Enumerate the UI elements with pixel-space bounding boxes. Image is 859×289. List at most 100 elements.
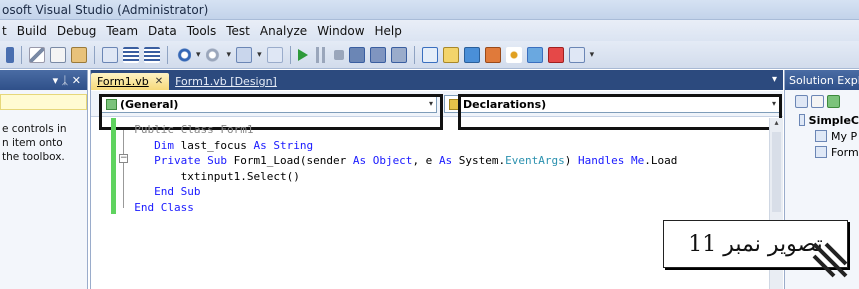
code-line: txtinput1.Select() — [121, 169, 677, 185]
code-text: last_focus — [174, 138, 254, 152]
undo-dropdown-icon[interactable]: ▾ — [196, 50, 201, 60]
code-text: Public Class Form1 — [134, 123, 254, 136]
paste-icon[interactable] — [71, 46, 87, 63]
scrollbar-thumb[interactable] — [772, 132, 781, 212]
properties-icon[interactable] — [795, 94, 808, 108]
watermark-logo-icon — [812, 242, 848, 278]
comment-icon[interactable] — [123, 46, 139, 63]
toolbar-options-icon[interactable]: ▾ — [590, 50, 595, 60]
caption-text: تصویر نمبر 11 — [688, 231, 823, 257]
scroll-up-icon[interactable]: ▴ — [770, 118, 783, 131]
toolbar-separator — [289, 45, 291, 64]
vb-project-icon — [799, 114, 805, 126]
code-type: EventArgs — [505, 154, 565, 167]
menu-item-test[interactable]: Test — [226, 24, 250, 38]
tree-item-label: My P — [831, 129, 858, 143]
code-text: System. — [452, 154, 506, 167]
menu-item-analyze[interactable]: Analyze — [260, 24, 307, 38]
toolbox-panel: ▾ ᛣ ✕ e controls in n item onto the tool… — [0, 70, 88, 289]
menu-item-partial[interactable]: t — [2, 24, 7, 38]
menu-bar: t Build Debug Team Data Tools Test Analy… — [0, 20, 859, 41]
my-project-icon — [815, 130, 827, 142]
toolbar-separator — [94, 45, 95, 64]
tree-item-project[interactable]: SimpleC — [785, 112, 859, 128]
solution-explorer-title: Solution Explo — [789, 73, 859, 87]
redo-dropdown-icon[interactable]: ▾ — [227, 50, 232, 60]
solution-explorer-icon[interactable] — [442, 46, 459, 63]
menu-item-build[interactable]: Build — [17, 24, 47, 38]
toolbox-icon[interactable] — [505, 46, 522, 63]
code-keyword: Private Sub — [154, 154, 227, 167]
refresh-icon[interactable] — [827, 94, 840, 108]
close-icon[interactable]: ✕ — [155, 76, 163, 87]
step-over-icon[interactable] — [369, 46, 386, 63]
form-file-icon — [815, 146, 827, 158]
code-line: Public Class Form1 — [121, 122, 677, 138]
save-all-icon[interactable] — [6, 46, 14, 63]
toolbox-empty-message: e controls in n item onto the toolbox. — [0, 122, 87, 164]
uncomment-icon[interactable] — [144, 46, 160, 63]
toolbox-message-line: the toolbox. — [2, 151, 65, 163]
pause-icon[interactable] — [312, 46, 329, 63]
code-keyword: End Sub — [154, 185, 201, 198]
tab-label: Form1.vb — [97, 75, 149, 88]
find-in-files-icon[interactable] — [421, 46, 438, 63]
tab-form1-design[interactable]: Form1.vb [Design] — [169, 73, 283, 90]
tree-item-label: Form — [831, 145, 859, 159]
navigate-dropdown-icon[interactable]: ▾ — [257, 50, 262, 60]
code-line: Private Sub Form1_Load(sender As Object,… — [121, 153, 677, 169]
standard-toolbar: ▾ ▾ ▾ ▾ — [0, 41, 859, 69]
code-keyword: Handles Me — [578, 154, 645, 167]
tree-item-label: SimpleC — [808, 113, 859, 127]
class-view-icon[interactable] — [526, 46, 543, 63]
start-debugging-icon[interactable] — [297, 48, 308, 61]
tree-item-form[interactable]: Form — [785, 144, 859, 160]
menu-item-help[interactable]: Help — [375, 24, 402, 38]
window-title: osoft Visual Studio (Administrator) — [2, 3, 209, 17]
code-keyword: As Object — [352, 154, 413, 167]
cut-icon[interactable] — [29, 46, 45, 63]
extension-manager-icon[interactable] — [568, 46, 585, 63]
step-into-icon[interactable] — [348, 46, 365, 63]
code-line: Dim last_focus As String — [121, 138, 677, 154]
toolbar-separator — [413, 45, 415, 64]
menu-item-data[interactable]: Data — [148, 24, 177, 38]
step-out-icon[interactable] — [390, 46, 407, 63]
changed-lines-marker — [111, 118, 116, 214]
stop-icon[interactable] — [333, 49, 344, 60]
chevron-down-icon[interactable]: ▾ — [772, 74, 777, 85]
toolbar-separator — [167, 45, 168, 64]
toolbox-message-line: n item onto — [2, 137, 63, 149]
undo-icon[interactable] — [175, 46, 191, 63]
menu-item-debug[interactable]: Debug — [57, 24, 96, 38]
code-text: Form1_Load(sender — [226, 154, 353, 167]
properties-window-icon[interactable] — [463, 46, 480, 63]
tab-form1-vb[interactable]: Form1.vb ✕ — [91, 73, 170, 90]
object-browser-icon[interactable] — [484, 46, 501, 63]
copy-icon[interactable] — [50, 46, 66, 63]
find-icon[interactable] — [102, 46, 118, 63]
toolbox-message-line: e controls in — [2, 123, 67, 135]
code-text: txtinput1.Select() — [180, 169, 300, 183]
code-line: End Sub — [121, 184, 677, 200]
menu-item-window[interactable]: Window — [317, 24, 364, 38]
team-explorer-icon[interactable] — [547, 46, 564, 63]
navigate-forward-icon[interactable] — [266, 46, 283, 63]
solution-explorer-header: Solution Explo — [785, 70, 859, 90]
toolbox-window-controls[interactable]: ▾ ᛣ ✕ — [53, 74, 81, 87]
menu-item-team[interactable]: Team — [106, 24, 138, 38]
code-keyword: Dim — [154, 138, 174, 152]
menu-item-tools[interactable]: Tools — [187, 24, 217, 38]
title-bar: osoft Visual Studio (Administrator) — [0, 0, 859, 20]
document-tabs: Form1.vb ✕ Form1.vb [Design] ▾ — [91, 70, 783, 90]
tree-item-my-project[interactable]: My P — [785, 128, 859, 144]
code-keyword: As — [253, 138, 267, 152]
redo-icon[interactable] — [205, 46, 222, 63]
toolbox-search-field[interactable] — [0, 94, 87, 110]
code-lines: Public Class Form1 Dim last_focus As Str… — [121, 122, 677, 215]
solution-explorer-toolbar — [785, 90, 859, 112]
code-keyword: As — [438, 154, 453, 167]
navigate-backward-icon[interactable] — [236, 46, 253, 63]
code-keyword: End Class — [134, 200, 194, 214]
show-all-files-icon[interactable] — [811, 94, 824, 108]
